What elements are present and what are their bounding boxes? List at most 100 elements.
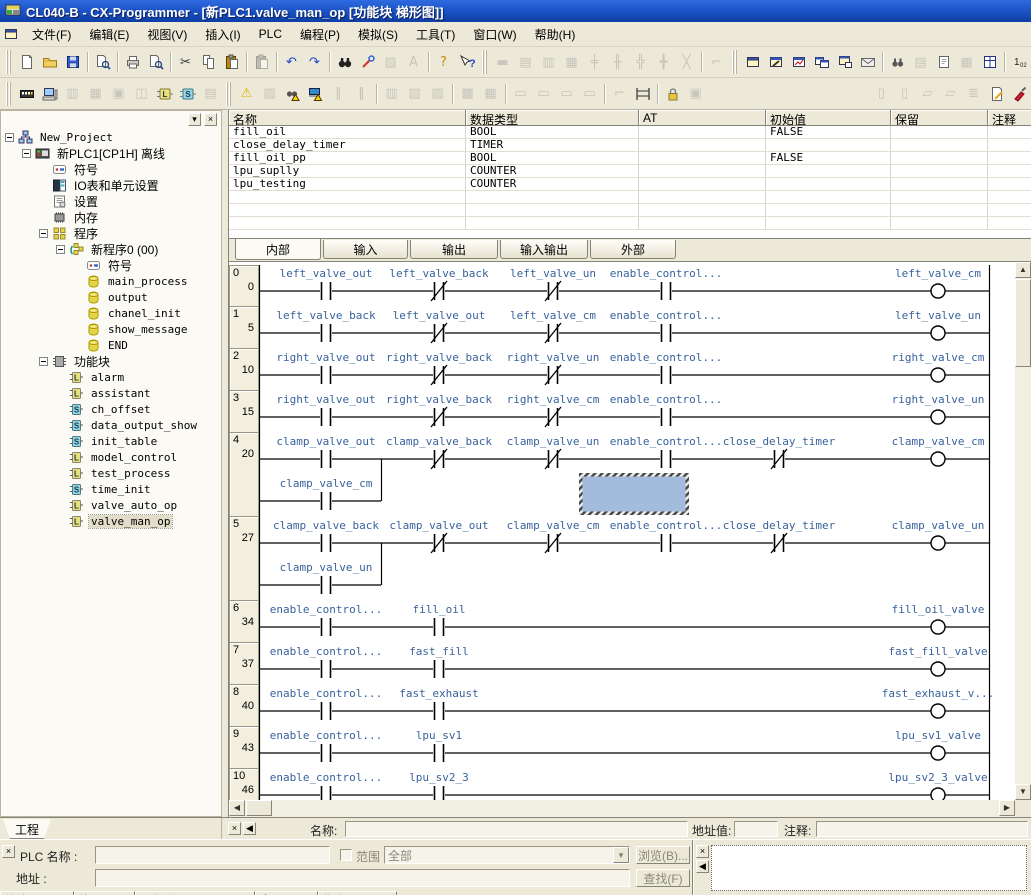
help-button[interactable]: ? bbox=[432, 51, 455, 73]
immediate-refresh-button[interactable]: ▱ bbox=[916, 83, 939, 105]
online-edit-button[interactable] bbox=[304, 83, 327, 105]
change-all-button[interactable]: A bbox=[402, 51, 425, 73]
ladder-coil[interactable]: fill_oil_valve bbox=[892, 603, 985, 634]
vscroll-thumb[interactable] bbox=[1015, 279, 1031, 367]
auto-online-button[interactable]: ▥ bbox=[61, 83, 84, 105]
section-list-button[interactable] bbox=[932, 51, 955, 73]
tree-item-function-blocks[interactable]: 功能块 bbox=[1, 353, 221, 369]
ladder-rung-3[interactable]: right_valve_outright_valve_backright_val… bbox=[259, 391, 1015, 433]
table-row[interactable] bbox=[229, 204, 1031, 217]
tree-item-io-table-unit-setup[interactable]: IO表和单元设置 bbox=[1, 177, 221, 193]
ladder-contact-no[interactable]: lpu_sv1 bbox=[416, 729, 462, 763]
ladder-rung-4[interactable]: clamp_valve_out clamp_valve_back clamp_val… bbox=[259, 433, 1015, 517]
tab-outputs[interactable]: 输出 bbox=[410, 240, 498, 259]
menu-view[interactable]: 视图(V) bbox=[138, 23, 196, 46]
tab-internals[interactable]: 内部 bbox=[235, 239, 321, 260]
print-preview-button[interactable] bbox=[144, 51, 167, 73]
tree-expander-icon[interactable] bbox=[5, 133, 14, 142]
tab-inputs[interactable]: 输入 bbox=[323, 240, 408, 259]
element-name-field[interactable] bbox=[345, 821, 688, 837]
ladder-coil[interactable]: left_valve_cm bbox=[895, 267, 981, 298]
tree-pin-icon[interactable]: ▾ bbox=[188, 113, 201, 126]
transfer-from-plc-button[interactable]: ▧ bbox=[403, 83, 426, 105]
ladder-rung-10[interactable]: enable_control...lpu_sv2_3lpu_sv2_3_valv… bbox=[259, 769, 1015, 800]
scope-select[interactable]: 全部 ▾ bbox=[384, 846, 630, 864]
redo-button[interactable]: ↷ bbox=[303, 51, 326, 73]
scope-checkbox[interactable] bbox=[340, 849, 352, 861]
watch-sheet-button[interactable]: ≣ bbox=[962, 83, 985, 105]
open-button[interactable] bbox=[38, 51, 61, 73]
ladder-contact-nc[interactable]: right_valve_cm bbox=[507, 393, 600, 427]
column-header[interactable]: 名称 bbox=[229, 110, 466, 126]
ladder-coil[interactable]: clamp_valve_un bbox=[892, 519, 985, 550]
tab-in-out[interactable]: 输入输出 bbox=[500, 240, 588, 259]
block-tool-3-button[interactable]: ▥ bbox=[537, 51, 560, 73]
program-check-button[interactable]: ▩ bbox=[456, 83, 479, 105]
tree-expander-icon[interactable] bbox=[39, 357, 48, 366]
ladder-editor[interactable]: 00152103154205276347378409431046 left_va… bbox=[229, 262, 1031, 800]
table-row[interactable]: lpu_testingCOUNTER bbox=[229, 178, 1031, 191]
menu-plc[interactable]: PLC bbox=[250, 24, 291, 44]
ladder-contact-no[interactable]: clamp_valve_back bbox=[273, 519, 379, 553]
ladder-contact-nc[interactable]: right_valve_un bbox=[507, 351, 600, 385]
tree-item-new-program-0[interactable]: 新程序0 (00) bbox=[1, 241, 221, 257]
context-help-button[interactable]: ? bbox=[455, 51, 478, 73]
device-comms-button[interactable]: ◫ bbox=[130, 83, 153, 105]
tree-close-icon[interactable]: × bbox=[204, 113, 217, 126]
block-tool-2-button[interactable]: ▤ bbox=[514, 51, 537, 73]
tree-item-memory[interactable]: 内存 bbox=[1, 209, 221, 225]
tree-expander-icon[interactable] bbox=[39, 229, 48, 238]
block-tool-1-button[interactable]: ▬ bbox=[491, 51, 514, 73]
mode-monitor-button[interactable]: ▭ bbox=[555, 83, 578, 105]
mdi-child-icon[interactable] bbox=[3, 26, 21, 42]
scroll-left-icon[interactable]: ◀ bbox=[229, 800, 245, 816]
differential-down-button[interactable]: ▯ bbox=[893, 83, 916, 105]
ladder-contact-no[interactable]: fast_fill bbox=[409, 645, 469, 679]
ladder-contact-no[interactable]: left_valve_out bbox=[280, 267, 373, 301]
set-protection-button[interactable] bbox=[661, 83, 684, 105]
rung-gutter-10[interactable]: 1046 bbox=[229, 769, 259, 800]
ladder-rung-7[interactable]: enable_control...fast_fillfast_fill_valv… bbox=[259, 643, 1015, 685]
ladder-contact-nc[interactable]: right_valve_back bbox=[386, 393, 492, 427]
tree-item-show-message[interactable]: show_message bbox=[1, 321, 221, 337]
ladder-contact-no[interactable]: clamp_valve_out bbox=[276, 435, 375, 469]
rung-gutter-4[interactable]: 420 bbox=[229, 433, 259, 517]
ladder-contact-nc[interactable]: clamp_valve_back bbox=[386, 435, 492, 469]
menu-insert[interactable]: 插入(I) bbox=[196, 23, 249, 46]
transfer-to-plc-button[interactable]: ▥ bbox=[380, 83, 403, 105]
rung-gutter-2[interactable]: 210 bbox=[229, 349, 259, 391]
copy-button[interactable] bbox=[197, 51, 220, 73]
compare-tool-button[interactable]: ▱ bbox=[939, 83, 962, 105]
tree-expander-icon[interactable] bbox=[22, 149, 31, 158]
ladder-contact-no[interactable]: enable_control... bbox=[610, 435, 723, 469]
project-workspace-tab[interactable]: 工程 bbox=[3, 819, 51, 839]
strip-close-icon[interactable]: × bbox=[228, 822, 241, 835]
ladder-rung-9[interactable]: enable_control...lpu_sv1lpu_sv1_valve bbox=[259, 727, 1015, 769]
style-brush-button[interactable] bbox=[1008, 83, 1031, 105]
result-column-header[interactable]: 符号 bbox=[74, 891, 135, 895]
find-diagnostics-button[interactable] bbox=[281, 83, 304, 105]
ladder-hscrollbar[interactable]: ◀ ▶ bbox=[229, 800, 1015, 817]
find-panel-close-icon[interactable]: × bbox=[2, 845, 15, 858]
address-input[interactable] bbox=[95, 869, 630, 887]
tab-externals[interactable]: 外部 bbox=[590, 240, 676, 259]
menu-help[interactable]: 帮助(H) bbox=[526, 23, 585, 46]
scroll-up-icon[interactable]: ▲ bbox=[1015, 262, 1031, 278]
ladder-coil[interactable]: left_valve_un bbox=[895, 309, 981, 340]
new-open-contact-button[interactable]: ╪ bbox=[583, 51, 606, 73]
ladder-rung-1[interactable]: left_valve_backleft_valve_outleft_valve_… bbox=[259, 307, 1015, 349]
tree-item-new-project[interactable]: New_Project bbox=[1, 129, 221, 145]
tree-item-output[interactable]: output bbox=[1, 289, 221, 305]
table-row[interactable] bbox=[229, 191, 1031, 204]
ladder-contact-no[interactable]: enable_control... bbox=[610, 519, 723, 553]
ladder-contact-no[interactable]: clamp_valve_cm bbox=[280, 477, 373, 511]
tree-item-main-process[interactable]: main_process bbox=[1, 273, 221, 289]
ladder-contact-no[interactable]: enable_control... bbox=[270, 603, 383, 637]
table-row[interactable]: close_delay_timerTIMER bbox=[229, 139, 1031, 152]
ladder-contact-nc[interactable]: clamp_valve_cm bbox=[507, 519, 600, 553]
tree-item-init-table[interactable]: Sinit_table bbox=[1, 433, 221, 449]
tree-item-valve-auto-op[interactable]: Lvalve_auto_op bbox=[1, 497, 221, 513]
ladder-contact-no[interactable]: right_valve_out bbox=[276, 351, 375, 385]
browse-button[interactable]: 浏览(B)... bbox=[636, 846, 690, 864]
mode-debug-button[interactable]: ▭ bbox=[532, 83, 555, 105]
